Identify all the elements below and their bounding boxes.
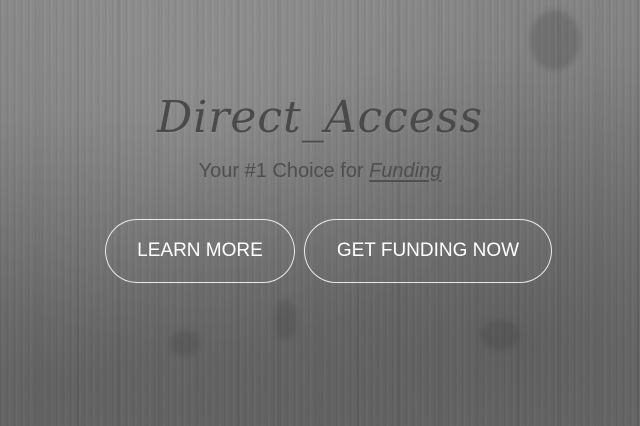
tagline-emphasis-link[interactable]: Funding xyxy=(369,160,441,182)
brand-title: Direct_Access xyxy=(156,92,483,143)
learn-more-button[interactable]: LEARN MORE xyxy=(105,219,295,283)
tagline: Your #1 Choice for Funding xyxy=(0,160,640,183)
tagline-prefix: Your #1 Choice for xyxy=(198,160,370,182)
hero-section: Direct_Access Your #1 Choice for Funding… xyxy=(0,0,640,426)
get-funding-now-button[interactable]: GET FUNDING NOW xyxy=(304,219,552,283)
